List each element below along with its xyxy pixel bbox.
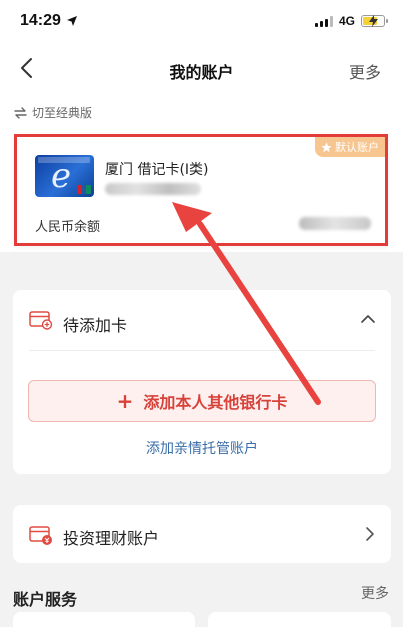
divider (29, 350, 375, 351)
card-add-icon (29, 311, 53, 330)
bank-card-logo: e (35, 155, 94, 197)
account-services-more-link[interactable]: 更多 (361, 583, 389, 603)
more-button[interactable]: 更多 (349, 59, 381, 83)
battery-icon (361, 15, 388, 27)
nav-bar: 我的账户 更多 (0, 44, 403, 92)
location-arrow-icon (67, 16, 77, 26)
chevron-right-icon (366, 527, 374, 541)
pending-cards-title: 待添加卡 (63, 316, 128, 335)
status-indicators: 4G (314, 14, 388, 28)
service-tile[interactable] (208, 612, 391, 627)
card-name: 厦门 借记卡(Ⅰ类) (105, 162, 209, 178)
account-card[interactable]: 默认账户 e 厦门 借记卡(Ⅰ类) 人民币余额 (14, 134, 388, 246)
card-number-masked (105, 183, 201, 195)
status-bar: 14:29 4G (0, 0, 403, 44)
investment-card-icon (29, 526, 52, 545)
default-account-badge: 默认账户 (315, 137, 385, 157)
cellular-signal-icon (314, 15, 333, 27)
bank-logo-letter: e (51, 156, 72, 196)
investment-account-row[interactable]: 投资理财账户 (13, 505, 391, 563)
charging-bolt-icon (369, 15, 378, 27)
add-bank-card-label: 添加本人其他银行卡 (143, 393, 288, 412)
status-time: 14:29 (20, 12, 61, 29)
pending-cards-section: 待添加卡 + 添加本人其他银行卡 添加亲情托管账户 (13, 290, 391, 474)
balance-masked (299, 217, 371, 230)
balance-label: 人民币余额 (35, 220, 101, 235)
chevron-up-icon[interactable] (359, 310, 377, 328)
account-services-title: 账户服务 (13, 590, 78, 609)
plus-icon: + (116, 389, 134, 413)
add-bank-card-button[interactable]: + 添加本人其他银行卡 (28, 380, 376, 422)
switch-classic-label: 切至经典版 (32, 106, 93, 120)
network-type: 4G (338, 14, 355, 28)
unionpay-logo (77, 185, 91, 194)
swap-arrows-icon (14, 106, 27, 119)
default-badge-label: 默认账户 (335, 141, 379, 154)
add-family-account-link[interactable]: 添加亲情托管账户 (13, 438, 391, 458)
investment-account-title: 投资理财账户 (63, 529, 160, 548)
page-title: 我的账户 (169, 63, 234, 82)
star-icon (321, 141, 332, 152)
switch-classic-link[interactable]: 切至经典版 (14, 104, 92, 121)
service-tile[interactable] (13, 612, 195, 627)
